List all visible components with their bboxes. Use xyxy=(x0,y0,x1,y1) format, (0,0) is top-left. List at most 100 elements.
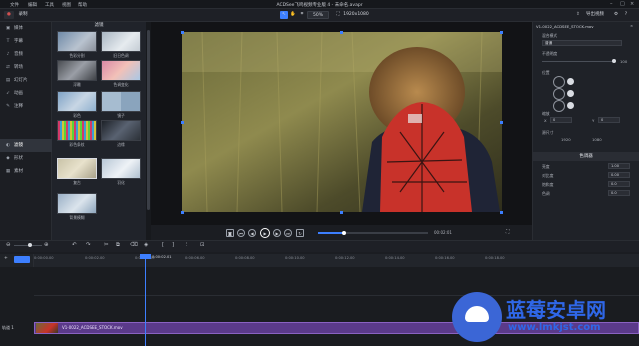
cut-icon[interactable]: ✂ xyxy=(104,242,109,248)
scrub-knob[interactable] xyxy=(342,231,346,235)
crop-tool-icon[interactable]: ⌗ xyxy=(298,11,306,19)
rotate-knob[interactable] xyxy=(567,78,574,85)
nav-filter[interactable]: ◐ 滤镜 xyxy=(0,139,52,152)
nav-elements[interactable]: ▦ 素材 xyxy=(0,165,52,178)
resize-handle[interactable] xyxy=(500,211,503,214)
close-panel-icon[interactable]: × xyxy=(630,23,633,28)
filter-thumb[interactable] xyxy=(101,158,141,179)
rotate-dial[interactable] xyxy=(553,76,565,88)
x-input[interactable]: 0 xyxy=(550,117,572,123)
scale-label: 缩放 xyxy=(542,111,550,116)
field-label: 饱和度 xyxy=(542,182,554,187)
minimize-icon[interactable]: – xyxy=(610,1,613,7)
record-label[interactable]: 录制 xyxy=(14,11,32,19)
filter-thumb-selected[interactable] xyxy=(57,158,97,179)
export-button[interactable]: 导出视频 xyxy=(582,11,608,19)
filter-thumb[interactable] xyxy=(101,120,141,141)
color-section-header[interactable]: 色调器 xyxy=(533,152,639,161)
opacity-label: 不透明度 xyxy=(542,51,558,56)
contrast-input[interactable]: 0.00 xyxy=(608,172,630,178)
opacity-knob[interactable] xyxy=(612,59,616,63)
filter-thumb[interactable] xyxy=(57,60,97,81)
opacity-slider[interactable] xyxy=(542,61,614,62)
close-icon[interactable]: × xyxy=(630,1,634,7)
resize-handle[interactable] xyxy=(181,121,184,124)
ruler-tick: 0:00:12.00 xyxy=(335,256,355,260)
step-forward-icon[interactable]: ▶ xyxy=(273,229,281,237)
skew-dial[interactable] xyxy=(553,100,565,112)
filter-thumb[interactable] xyxy=(57,193,97,214)
text-icon: T xyxy=(6,39,10,44)
select-tool-icon[interactable]: ↖ xyxy=(280,11,288,19)
mark-out-icon[interactable]: ] xyxy=(172,242,174,248)
nav-text[interactable]: T 字幕 xyxy=(0,35,52,48)
ruler-tick: 0:00:00.00 xyxy=(34,256,54,260)
fit-icon[interactable]: ⛶ xyxy=(334,11,342,19)
nav-slide[interactable]: ▤ 幻灯片 xyxy=(0,74,52,87)
timeline-zoom-knob[interactable] xyxy=(28,243,32,247)
resize-handle[interactable] xyxy=(500,121,503,124)
saturation-input[interactable]: 0.0 xyxy=(608,181,630,187)
play-icon[interactable]: ▶ xyxy=(260,228,270,238)
nav-audio[interactable]: ♪ 音频 xyxy=(0,48,52,61)
nav-animation[interactable]: ➶ 动画 xyxy=(0,87,52,100)
resolution-label[interactable]: 1920x1080 xyxy=(343,11,369,19)
add-track-icon[interactable]: + xyxy=(4,256,8,261)
video-frame[interactable] xyxy=(182,32,502,212)
title-bar: 文件 编辑 工具 视图 帮助 ACDSee飞鸣视频专业版 4 - 未命名.ava… xyxy=(0,0,639,9)
record-icon[interactable]: ● xyxy=(4,11,14,19)
snap-icon[interactable]: ⫶ xyxy=(186,242,187,249)
zoom-out-icon[interactable]: ⊖ xyxy=(6,242,11,248)
fullscreen-icon[interactable]: ⛶ xyxy=(506,229,510,235)
scale-dial[interactable] xyxy=(553,88,565,100)
scale-knob[interactable] xyxy=(567,90,574,97)
nav-transition[interactable]: ⇄ 转场 xyxy=(0,61,52,74)
track-toggle[interactable] xyxy=(14,256,30,263)
snapshot-icon[interactable]: ◙ xyxy=(226,229,234,237)
settings-icon[interactable]: ⚙ xyxy=(612,11,620,19)
split-icon[interactable]: ⧉ xyxy=(116,242,120,249)
skip-start-icon[interactable]: ⏮ xyxy=(237,229,245,237)
video-image xyxy=(182,32,502,212)
undo-icon[interactable]: ↶ xyxy=(72,242,77,248)
blend-mode-select[interactable]: 普通 xyxy=(542,40,622,46)
field-label: 色调 xyxy=(542,191,550,196)
filter-thumb[interactable] xyxy=(57,120,97,141)
hand-tool-icon[interactable]: ✋ xyxy=(289,11,297,19)
scrollbar-thumb[interactable] xyxy=(147,30,150,210)
zoom-in-icon[interactable]: ⊕ xyxy=(44,242,49,248)
filter-label: 彩色条纹 xyxy=(69,142,85,147)
delete-icon[interactable]: ⌫ xyxy=(130,242,138,248)
skew-knob[interactable] xyxy=(567,102,574,109)
skip-end-icon[interactable]: ⏭ xyxy=(284,229,292,237)
brightness-input[interactable]: 1.00 xyxy=(608,163,630,169)
nav-shape[interactable]: ◆ 形状 xyxy=(0,152,52,165)
filter-thumb[interactable] xyxy=(57,31,97,52)
maximize-icon[interactable]: □ xyxy=(620,1,625,7)
export-icon[interactable]: ⇪ xyxy=(574,11,582,19)
resize-handle[interactable] xyxy=(181,31,184,34)
resize-handle[interactable] xyxy=(181,211,184,214)
redo-icon[interactable]: ↷ xyxy=(86,242,91,248)
filter-thumb[interactable] xyxy=(101,31,141,52)
lock-icon[interactable]: ⊡ xyxy=(200,242,205,248)
mark-in-icon[interactable]: [ xyxy=(162,242,164,248)
nav-annotation[interactable]: ✎ 注释 xyxy=(0,100,52,113)
filter-thumb[interactable] xyxy=(57,91,97,112)
zoom-select[interactable]: 50% xyxy=(307,11,329,19)
resize-handle[interactable] xyxy=(500,31,503,34)
resize-handle[interactable] xyxy=(340,211,343,214)
step-back-icon[interactable]: ◀ xyxy=(248,229,256,237)
filter-label: 色彩分割 xyxy=(69,53,85,58)
resize-handle[interactable] xyxy=(340,31,343,34)
hue-input[interactable]: 0.0 xyxy=(608,190,630,196)
filter-thumb[interactable] xyxy=(101,60,141,81)
playhead[interactable] xyxy=(145,254,146,346)
playhead-handle[interactable] xyxy=(140,254,151,259)
filter-thumb[interactable] xyxy=(101,91,141,112)
nav-media[interactable]: ▣ 媒体 xyxy=(0,22,52,35)
help-icon[interactable]: ? xyxy=(622,11,630,19)
marker-icon[interactable]: ◈ xyxy=(144,242,148,248)
loop-icon[interactable]: ↻ xyxy=(296,229,304,237)
y-input[interactable]: 0 xyxy=(598,117,620,123)
